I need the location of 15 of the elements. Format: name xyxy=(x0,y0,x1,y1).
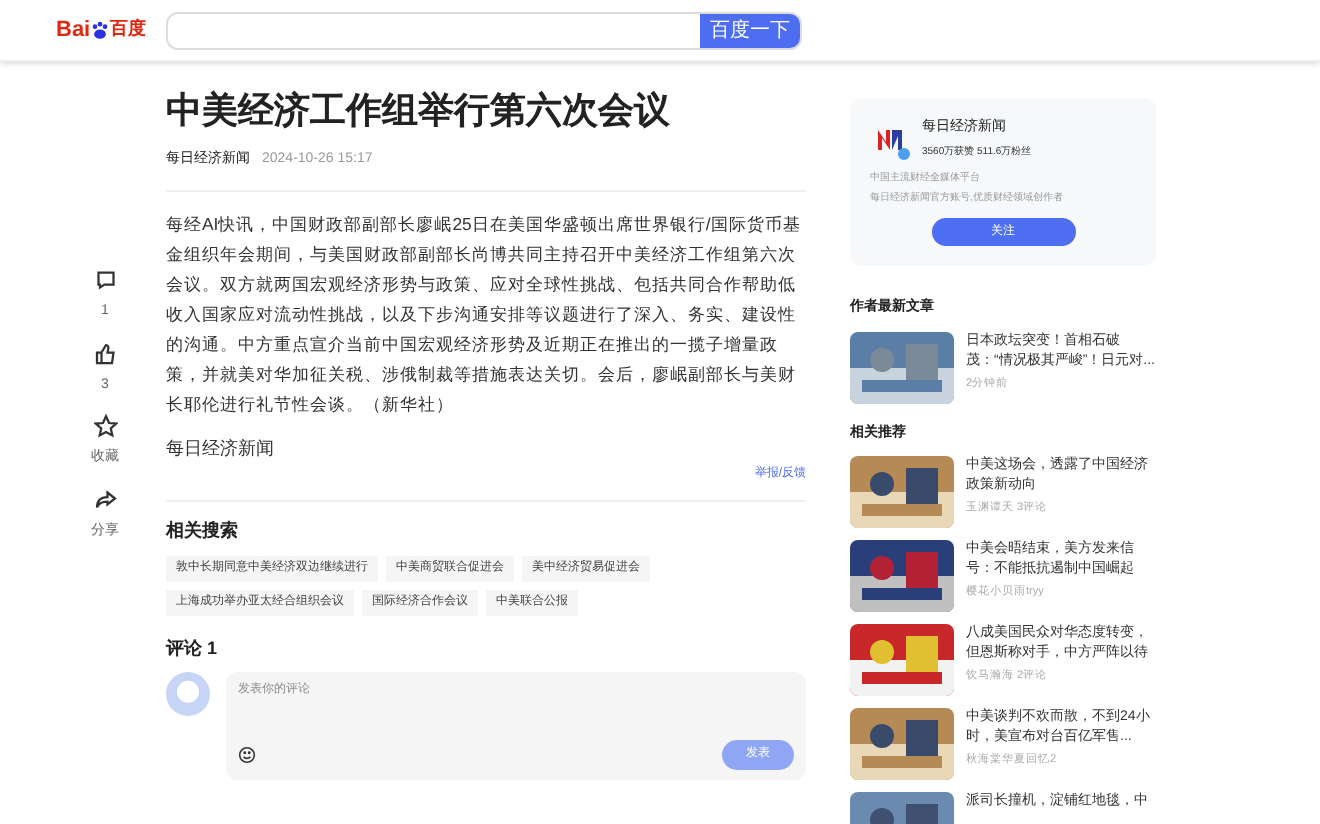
paw-icon xyxy=(90,20,111,40)
search-field[interactable]: 百度一下 xyxy=(166,11,802,49)
comments-title: 评论 1 xyxy=(166,635,220,661)
share-icon[interactable] xyxy=(93,487,117,511)
search-button[interactable]: 百度一下 xyxy=(700,13,800,47)
emoji-icon[interactable] xyxy=(238,746,256,764)
star-icon[interactable] xyxy=(93,414,117,438)
logo[interactable]: Bai 百度 xyxy=(56,13,156,47)
comment-icon[interactable] xyxy=(93,268,117,292)
article-body: 每经AI快讯，中国财政部副部长廖岷25日在美国华盛顿出席世界银行/国际货币基金组织年会期间，与美国财政部副部长尚博共同主持召开中美经济工作组第六次会议。双方就两国宏观经济形势与政策、应对全球性挑战、包括共同合作帮助低收入国家应对流动性挑战，以及下步沟通安排等议题进行了深入、务实、建设性的沟通。中方重点宣介当前中国宏观经济形势及近期正在推出的一揽子增量政策，并就美对华加征关税、涉俄制裁等措施表达关切。会后，廖岷副部长与美财长耶伦进行礼节性会谈。（新华社） xyxy=(166,211,803,417)
thumbs-up-icon[interactable] xyxy=(93,341,117,365)
section-title: 相关搜索 xyxy=(166,518,240,544)
avatar-icon xyxy=(166,672,210,716)
article-title: 中美经济工作组举行第六次会议 xyxy=(166,88,672,134)
article-source: 每日经济新闻 xyxy=(166,435,276,461)
